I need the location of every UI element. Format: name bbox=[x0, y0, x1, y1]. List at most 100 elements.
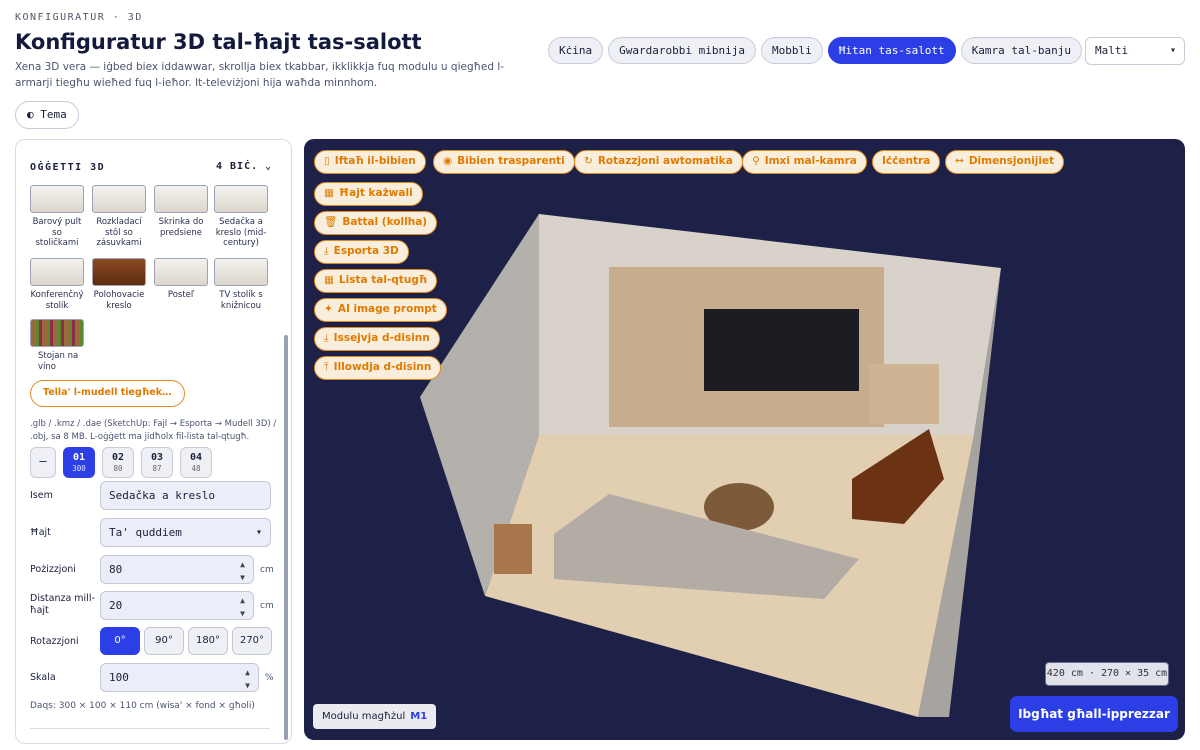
module-num: 03 bbox=[150, 452, 164, 463]
distance-label: Distanza mill-ħajt bbox=[30, 593, 95, 616]
name-value: Sedačka a kreslo bbox=[109, 489, 215, 502]
object-label: Barový pult so stoličkami bbox=[32, 217, 82, 248]
module-01-button[interactable]: 01 300 bbox=[63, 447, 95, 478]
module-width: 300 bbox=[72, 464, 86, 473]
random-wall-button[interactable]: ▦ Ħajt każwali bbox=[314, 182, 423, 206]
trash-icon: 🗑 bbox=[324, 216, 338, 228]
tab-kitchen[interactable]: Kċina bbox=[548, 37, 604, 64]
transparent-doors-button[interactable]: ◉ Bibien trasparenti bbox=[433, 150, 575, 174]
button-label: Issejvja d-disinn bbox=[333, 332, 430, 344]
stepper-icon[interactable]: ▲ ▼ bbox=[245, 664, 250, 692]
button-label: Dimensjonijiet bbox=[968, 155, 1055, 167]
object-thumb-sofa-armchair[interactable]: Sedačka a kreslo (mid-century) bbox=[214, 185, 268, 249]
module-selector: — 01 300 02 80 03 87 04 48 bbox=[30, 447, 212, 478]
scale-unit: % bbox=[265, 673, 274, 683]
distance-unit: cm bbox=[260, 601, 274, 611]
page-title: Konfiguratur 3D tal-ħajt tas-salott bbox=[15, 30, 422, 54]
rotation-270-button[interactable]: 270° bbox=[232, 627, 272, 655]
module-width: 80 bbox=[113, 464, 123, 473]
wine-rack-image bbox=[30, 319, 84, 347]
dimensions-button[interactable]: ↔ Dimensjonijiet bbox=[945, 150, 1065, 174]
module-04-button[interactable]: 04 48 bbox=[180, 447, 212, 478]
distance-input[interactable]: 20 ▲ ▼ bbox=[100, 591, 254, 620]
upload-hint: .glb / .kmz / .dae (SketchUp: Fajl → Esp… bbox=[30, 419, 277, 442]
theme-toggle[interactable]: ◐ Tema bbox=[15, 101, 79, 129]
tab-bathroom[interactable]: Kamra tal-banju bbox=[960, 37, 1083, 64]
stepper-icon[interactable]: ▲ ▼ bbox=[240, 556, 245, 584]
room-scene[interactable] bbox=[304, 139, 1185, 740]
object-thumb-bar-counter[interactable]: Barový pult so stoličkami bbox=[30, 185, 84, 249]
object-thumb-bed[interactable]: Posteľ bbox=[154, 258, 208, 301]
module-02-button[interactable]: 02 80 bbox=[102, 447, 134, 478]
save-design-button[interactable]: ⤓ Issejvja d-disinn bbox=[314, 327, 440, 351]
scale-label: Skala bbox=[30, 672, 56, 683]
rotate-icon: ↻ bbox=[584, 155, 593, 167]
object-thumb-recliner[interactable]: Polohovacie kreslo bbox=[92, 258, 146, 311]
sidebar-panel: OĠĠETTI 3D 4 BIĊ. ⌄ Barový pult so stoli… bbox=[15, 139, 292, 744]
folding-table-image bbox=[92, 185, 146, 213]
module-03-button[interactable]: 03 87 bbox=[141, 447, 173, 478]
distance-value: 20 bbox=[109, 599, 123, 612]
name-input[interactable]: Sedačka a kreslo bbox=[100, 481, 271, 510]
chevron-down-icon: ▾ bbox=[255, 527, 262, 538]
tv-screen bbox=[704, 309, 859, 391]
module-none-button[interactable]: — bbox=[30, 447, 56, 478]
object-label: Stojan na víno bbox=[38, 351, 79, 372]
grid-icon: ▦ bbox=[324, 187, 334, 199]
position-input[interactable]: 80 ▲ ▼ bbox=[100, 555, 254, 584]
object-thumb-tv-stand[interactable]: TV stolík s knižnicou bbox=[214, 258, 268, 311]
ai-image-prompt-button[interactable]: ✦ AI image prompt bbox=[314, 298, 447, 322]
bed-image bbox=[154, 258, 208, 286]
3d-viewer[interactable]: ▯ Iftaħ il-bibien ◉ Bibien trasparenti ↻ Ro… bbox=[304, 139, 1185, 740]
tab-wardrobes[interactable]: Gwardarobbi mibnija bbox=[608, 37, 756, 64]
category-tabs: Kċina Gwardarobbi mibnija Mobbli Ħitan t… bbox=[548, 37, 1083, 64]
object-label: Konferenčný stolík bbox=[30, 290, 84, 311]
button-label: Iċċentra bbox=[882, 155, 931, 167]
rotation-0-button[interactable]: 0° bbox=[100, 627, 140, 655]
position-unit: cm bbox=[260, 565, 274, 575]
tab-furniture[interactable]: Mobbli bbox=[760, 37, 823, 64]
export-3d-button[interactable]: ⤓ Esporta 3D bbox=[314, 240, 409, 264]
button-label: Iftaħ il-bibien bbox=[334, 155, 416, 167]
rotation-180-button[interactable]: 180° bbox=[188, 627, 228, 655]
sidebar-scrollbar[interactable] bbox=[284, 335, 288, 740]
half-circle-icon: ◐ bbox=[27, 108, 34, 121]
objects-count[interactable]: 4 BIĊ. ⌄ bbox=[216, 161, 272, 172]
ruler-icon: ↔ bbox=[955, 155, 964, 167]
language-select[interactable]: Malti ▾ bbox=[1085, 37, 1185, 65]
upload-model-button[interactable]: Tella' l-mudell tiegħek… bbox=[30, 380, 185, 407]
walk-room-button[interactable]: ⚲ Imxi mal-kamra bbox=[742, 150, 867, 174]
download-icon: ⤓ bbox=[324, 245, 329, 257]
object-label: Posteľ bbox=[167, 290, 195, 300]
open-doors-button[interactable]: ▯ Iftaħ il-bibien bbox=[314, 150, 426, 174]
load-design-button[interactable]: ⤒ Illowdja d-disinn bbox=[314, 356, 442, 380]
object-thumb-folding-table[interactable]: Rozkladací stôl so zásuvkami bbox=[92, 185, 146, 249]
selected-module-label: Modulu magħżul bbox=[322, 711, 406, 722]
cut-list-button[interactable]: ▦ Lista tal-qtugħ bbox=[314, 269, 438, 293]
object-thumb-coffee-table[interactable]: Konferenčný stolík bbox=[30, 258, 84, 311]
recliner-image bbox=[92, 258, 146, 286]
wall-select[interactable]: Ta' quddiem ▾ bbox=[100, 518, 271, 547]
walking-person-icon: ⚲ bbox=[752, 155, 760, 167]
objects-section-title: OĠĠETTI 3D bbox=[30, 162, 106, 173]
auto-rotate-button[interactable]: ↻ Rotazzjoni awtomatika bbox=[574, 150, 743, 174]
module-num: 02 bbox=[111, 452, 125, 463]
rotation-90-button[interactable]: 90° bbox=[144, 627, 184, 655]
door-icon: ▯ bbox=[324, 155, 330, 167]
center-view-button[interactable]: Iċċentra bbox=[872, 150, 941, 174]
clear-all-button[interactable]: 🗑 Battal (kollha) bbox=[314, 211, 438, 235]
tab-living-room-walls[interactable]: Ħitan tas-salott bbox=[827, 37, 956, 64]
send-for-pricing-button[interactable]: Ibgħat għall-ipprezzar bbox=[1010, 696, 1178, 732]
name-label: Isem bbox=[30, 490, 53, 501]
divider bbox=[30, 728, 270, 729]
stepper-icon[interactable]: ▲ ▼ bbox=[240, 592, 245, 620]
object-thumb-wine-rack[interactable]: Stojan na víno bbox=[30, 319, 84, 372]
tv-stand-image bbox=[214, 258, 268, 286]
scale-input[interactable]: 100 ▲ ▼ bbox=[100, 663, 259, 692]
button-label: Bibien trasparenti bbox=[457, 155, 565, 167]
object-label: Polohovacie kreslo bbox=[93, 290, 145, 311]
page-subtitle: Xena 3D vera — iġbed biex iddawwar, skro… bbox=[15, 61, 505, 89]
object-thumb-hall-cabinet[interactable]: Skrinka do predsiene bbox=[154, 185, 208, 238]
top-bar: KONFIGURATUR · 3D Konfiguratur 3D tal-ħa… bbox=[0, 0, 1200, 140]
sofa-armchair-image bbox=[214, 185, 268, 213]
